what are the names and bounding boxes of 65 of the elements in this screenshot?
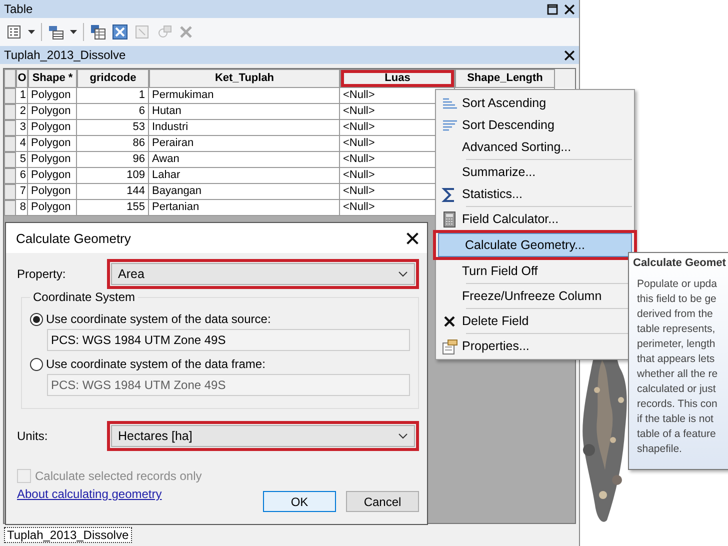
close-icon[interactable] (406, 232, 419, 244)
tooltip-text: shapefile. (636, 442, 683, 457)
field-label: Units: (17, 429, 49, 443)
properties-icon (440, 338, 458, 354)
row-selector[interactable] (4, 136, 16, 152)
switch-selection-icon[interactable] (112, 24, 128, 40)
radio-label[interactable]: Use coordinate system of the data source: (46, 312, 271, 326)
table-options-icon[interactable] (6, 24, 22, 40)
select-icon[interactable] (48, 24, 64, 40)
tooltip-text: this field to be ge (636, 292, 718, 307)
maximize-icon[interactable] (547, 4, 558, 14)
tooltip-text: whether all the re (636, 367, 719, 382)
tooltip-text: that appears lets (636, 352, 716, 367)
close-icon[interactable] (564, 4, 575, 14)
dropdown[interactable]: Area (111, 263, 415, 285)
tooltip-text: table represents, (636, 322, 716, 337)
column-header[interactable]: Shape * (28, 69, 77, 88)
tooltip-text: Populate or upda (636, 277, 718, 292)
column-header[interactable]: Shape_Length (455, 69, 555, 88)
close-icon[interactable] (564, 50, 575, 60)
tooltip-text: calculated or just (636, 382, 717, 397)
tooltip-text: derived from the (636, 307, 714, 322)
chevron-icon (398, 433, 408, 439)
caret-icon[interactable] (70, 30, 77, 34)
chevron-icon (398, 271, 408, 277)
table-tab[interactable]: Tuplah_2013_Dissolve (4, 527, 132, 543)
row-selector[interactable] (4, 104, 16, 120)
column-header[interactable]: Ket_Tuplah (149, 69, 340, 88)
text-field[interactable]: PCS: WGS 1984 UTM Zone 49S (47, 329, 410, 351)
clear-selection-icon[interactable] (134, 24, 150, 40)
row-selector[interactable] (4, 120, 16, 136)
tooltip-text: records. This con (636, 397, 718, 412)
menu-item[interactable]: Calculate Geometry... (438, 233, 632, 257)
table-title: Tuplah_2013_Dissolve (4, 48, 126, 62)
row-selector[interactable] (4, 88, 16, 104)
table-cell: 8 (16, 200, 28, 216)
tooltip-text: perimeter, length (636, 337, 716, 352)
row-selector[interactable] (4, 168, 16, 184)
row-selector[interactable] (4, 152, 16, 168)
table-cell: 155 (77, 200, 149, 216)
column-header[interactable]: gridcode (77, 69, 149, 88)
table-cell: Polygon (28, 200, 77, 216)
calculator-icon (440, 210, 458, 228)
ok-button[interactable]: OK (263, 491, 336, 512)
tooltip-text: if the table is not (636, 412, 714, 427)
window-title: Table (4, 2, 33, 16)
row-selector[interactable] (4, 69, 16, 88)
caret-icon[interactable] (28, 30, 35, 34)
row-selector[interactable] (4, 184, 16, 200)
cancel-button[interactable]: Cancel (346, 491, 419, 512)
column-header[interactable]: O (16, 69, 28, 88)
column-header[interactable]: Luas (340, 69, 455, 88)
group-label: Coordinate System (30, 290, 138, 304)
zoom-selected-icon[interactable] (156, 24, 172, 40)
delete-icon[interactable] (178, 24, 194, 40)
dialog-title: Calculate Geometry (16, 230, 131, 246)
radio-button[interactable] (30, 312, 43, 326)
tooltip-text: table of a feature (636, 427, 717, 442)
row-selector[interactable] (4, 200, 16, 216)
dropdown[interactable]: Hectares [ha] (111, 425, 415, 447)
table-icon[interactable] (90, 24, 106, 40)
help-link[interactable]: About calculating geometry (17, 487, 162, 501)
field-label: Property: (17, 267, 67, 281)
tooltip-title: Calculate Geomet (633, 257, 727, 269)
table-cell: Pertanian (149, 200, 340, 216)
